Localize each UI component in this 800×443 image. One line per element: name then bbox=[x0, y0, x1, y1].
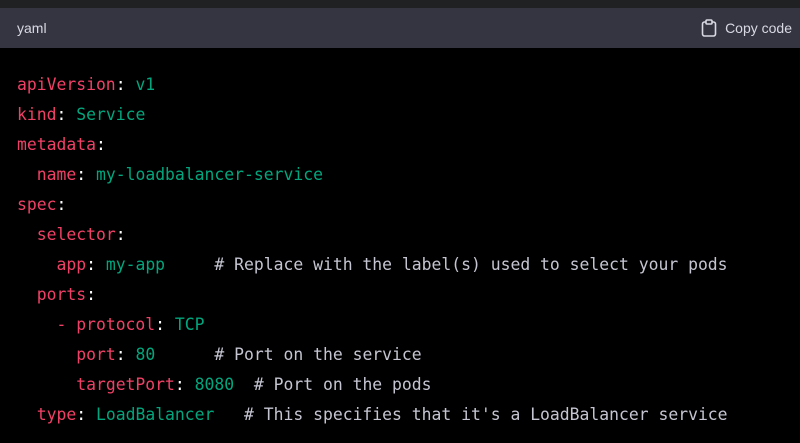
yaml-key: app bbox=[56, 255, 87, 274]
yaml-key: metadata bbox=[17, 135, 96, 154]
yaml-key: type bbox=[36, 405, 77, 424]
yaml-colon: : bbox=[56, 195, 67, 214]
yaml-key: kind bbox=[17, 105, 57, 124]
yaml-comment: # This specifies that it's a LoadBalance… bbox=[244, 405, 728, 424]
yaml-value: 80 bbox=[135, 345, 156, 364]
yaml-key: spec bbox=[17, 195, 57, 214]
language-label: yaml bbox=[17, 20, 47, 36]
code-line: targetPort: 8080 # Port on the pods bbox=[17, 370, 800, 400]
code-line: apiVersion: v1 bbox=[17, 70, 800, 100]
code-block-header: yaml Copy code bbox=[0, 8, 800, 48]
yaml-value: my-loadbalancer-service bbox=[95, 165, 323, 184]
yaml-value: 8080 bbox=[194, 375, 235, 394]
yaml-key: ports bbox=[36, 285, 87, 304]
yaml-colon: : bbox=[56, 105, 67, 124]
yaml-colon: : bbox=[76, 405, 87, 424]
yaml-key: apiVersion bbox=[17, 75, 116, 94]
yaml-value: my-app bbox=[105, 255, 166, 274]
yaml-colon: : bbox=[76, 165, 87, 184]
yaml-value: Service bbox=[76, 105, 146, 124]
copy-code-label: Copy code bbox=[725, 20, 792, 36]
yaml-colon: : bbox=[115, 75, 126, 94]
yaml-key: name bbox=[36, 165, 77, 184]
window-top-strip bbox=[0, 0, 800, 8]
code-line: spec: bbox=[17, 190, 800, 220]
code-content[interactable]: apiVersion: v1 kind: Service metadata: nam… bbox=[0, 48, 800, 443]
code-line: port: 80 # Port on the service bbox=[17, 340, 800, 370]
code-line: app: my-app # Replace with the label(s) … bbox=[17, 250, 800, 280]
yaml-comment: # Replace with the label(s) used to sele… bbox=[214, 255, 728, 274]
yaml-colon: : bbox=[86, 255, 96, 274]
code-line: name: my-loadbalancer-service bbox=[17, 160, 800, 190]
yaml-value: LoadBalancer bbox=[95, 405, 215, 424]
code-line: metadata: bbox=[17, 130, 800, 160]
code-line: type: LoadBalancer # This specifies that… bbox=[17, 400, 800, 430]
code-line: selector: bbox=[17, 220, 800, 250]
yaml-colon: : bbox=[115, 225, 126, 244]
yaml-key: targetPort bbox=[76, 375, 175, 394]
yaml-key: selector bbox=[36, 225, 116, 244]
yaml-colon: : bbox=[95, 135, 106, 154]
yaml-colon: : bbox=[115, 345, 126, 364]
yaml-colon: : bbox=[174, 375, 185, 394]
code-line: ports: bbox=[17, 280, 800, 310]
code-line: kind: Service bbox=[17, 100, 800, 130]
code-line: - protocol: TCP bbox=[17, 310, 800, 340]
yaml-comment: # Port on the service bbox=[214, 345, 422, 364]
yaml-colon: : bbox=[155, 315, 166, 334]
yaml-key: port bbox=[76, 345, 116, 364]
yaml-colon: : bbox=[86, 285, 96, 304]
yaml-value: v1 bbox=[135, 75, 156, 94]
yaml-key: - protocol bbox=[56, 315, 156, 334]
copy-code-button[interactable]: Copy code bbox=[701, 19, 792, 37]
yaml-value: TCP bbox=[174, 315, 205, 334]
yaml-comment: # Port on the pods bbox=[253, 375, 432, 394]
clipboard-icon bbox=[701, 19, 717, 37]
